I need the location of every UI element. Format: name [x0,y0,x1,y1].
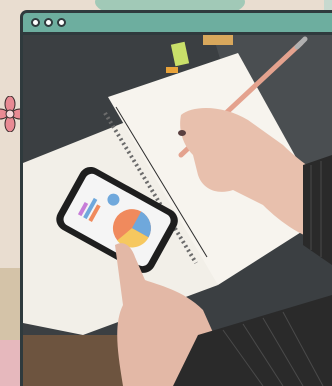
window-close-button[interactable] [31,18,40,27]
browser-window [20,10,332,386]
window-minimize-button[interactable] [44,18,53,27]
page [0,0,332,386]
window-maximize-button[interactable] [57,18,66,27]
workspace-photo [23,35,332,386]
window-content [23,35,332,386]
window-titlebar[interactable] [23,13,332,35]
